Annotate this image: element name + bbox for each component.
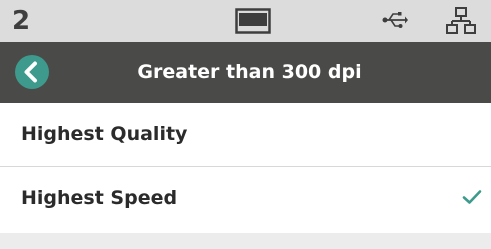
usb-icon <box>382 10 408 34</box>
back-button[interactable] <box>15 55 49 89</box>
network-icon <box>446 7 476 39</box>
option-label: Highest Speed <box>21 187 178 209</box>
page-title: Greater than 300 dpi <box>137 61 362 83</box>
display-icon <box>235 8 271 38</box>
header-bar: Greater than 300 dpi <box>0 42 491 103</box>
status-bar: 2 <box>0 0 491 42</box>
screen: 2 Greater than 300 dpi Highest Quality H… <box>0 0 491 249</box>
chevron-left-icon <box>24 61 37 83</box>
page-number: 2 <box>12 6 31 36</box>
list-bottom-edge <box>0 233 491 249</box>
options-list: Highest Quality Highest Speed <box>0 103 491 231</box>
option-label: Highest Quality <box>21 123 188 145</box>
option-highest-quality[interactable]: Highest Quality <box>0 103 491 167</box>
option-highest-speed[interactable]: Highest Speed <box>0 167 491 231</box>
check-icon <box>462 189 482 209</box>
